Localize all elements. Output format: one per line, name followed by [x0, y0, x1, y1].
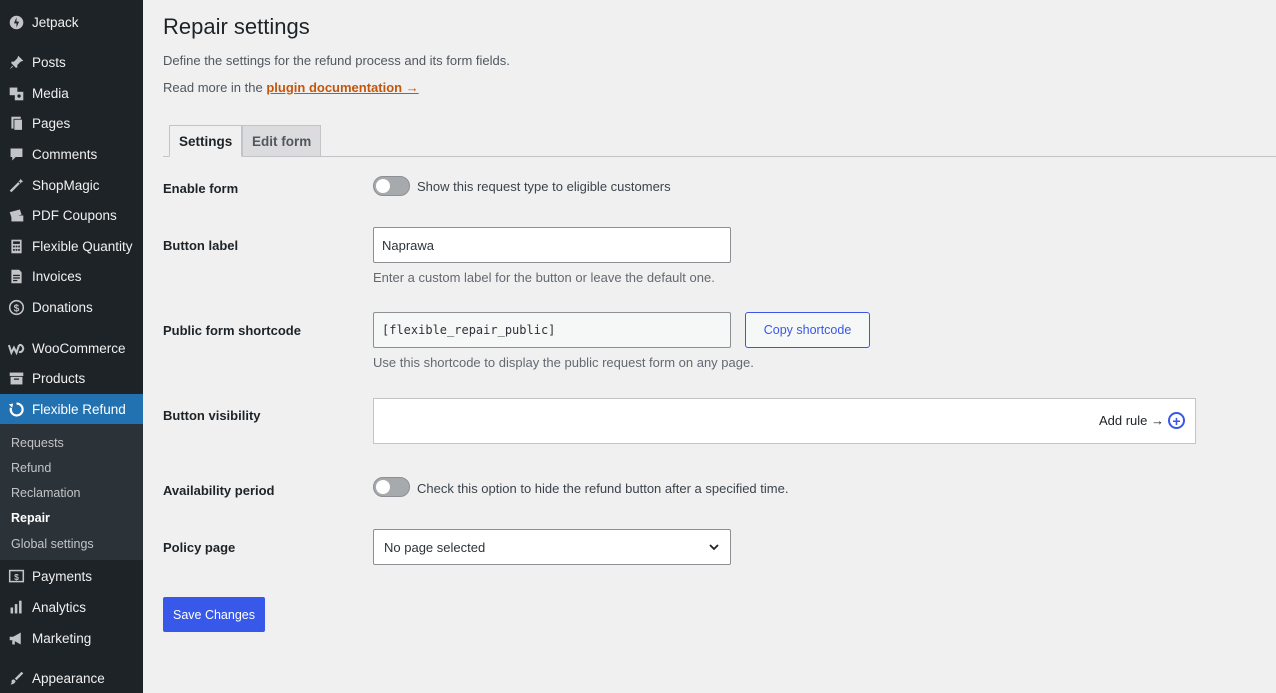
submenu-item-refund[interactable]: Refund: [11, 461, 51, 475]
sidebar-item-analytics[interactable]: Analytics: [0, 592, 143, 622]
submenu-item-repair[interactable]: Repair: [11, 511, 50, 525]
shortcode-help: Use this shortcode to display the public…: [373, 355, 754, 370]
enable-form-label: Enable form: [163, 181, 239, 196]
sidebar-item-woocommerce[interactable]: WooCommerce: [0, 333, 143, 363]
page-description: Define the settings for the refund proce…: [163, 53, 510, 68]
sidebar-item-label: Products: [32, 370, 86, 386]
sidebar-item-appearance[interactable]: Appearance: [0, 663, 143, 693]
flexible-refund-submenu: Requests Refund Reclamation Repair Globa…: [0, 424, 143, 560]
button-label-input[interactable]: Naprawa: [373, 227, 731, 263]
sidebar-item-label: Comments: [32, 146, 98, 162]
sidebar-item-label: PDF Coupons: [32, 207, 117, 223]
toggle-knob: [376, 480, 390, 494]
toggle-knob: [376, 179, 390, 193]
submenu-item-global-settings[interactable]: Global settings: [11, 537, 94, 551]
calculator-icon: [0, 238, 32, 255]
sidebar-item-products[interactable]: Products: [0, 363, 143, 393]
shortcode-field[interactable]: [flexible_repair_public]: [373, 312, 731, 348]
admin-sidebar: Jetpack Posts Media Pages Comments ShopM…: [0, 0, 143, 693]
sidebar-item-label: Appearance: [32, 670, 105, 686]
submenu-item-reclamation[interactable]: Reclamation: [11, 486, 80, 500]
svg-text:$: $: [14, 571, 19, 581]
sidebar-item-label: Invoices: [32, 268, 82, 284]
refund-icon: [0, 401, 32, 418]
dollar-icon: $: [0, 299, 32, 316]
media-icon: [0, 85, 32, 102]
availability-period-toggle-text: Check this option to hide the refund but…: [417, 481, 789, 496]
sidebar-item-invoices[interactable]: Invoices: [0, 261, 143, 291]
page-title: Repair settings: [163, 14, 310, 39]
sidebar-item-label: Jetpack: [32, 14, 79, 30]
megaphone-icon: [0, 630, 32, 647]
availability-period-toggle[interactable]: [373, 477, 410, 497]
sidebar-item-label: Payments: [32, 568, 93, 584]
sidebar-item-label: WooCommerce: [32, 340, 126, 356]
sidebar-item-label: ShopMagic: [32, 177, 100, 193]
magic-wand-icon: [0, 177, 32, 194]
button-visibility-label: Button visibility: [163, 408, 261, 423]
enable-form-toggle-text: Show this request type to eligible custo…: [417, 179, 671, 194]
add-rule-button[interactable]: Add rule → +: [1099, 412, 1185, 429]
invoice-icon: [0, 268, 32, 285]
visibility-rules-box: Add rule → +: [373, 398, 1196, 444]
tab-settings[interactable]: Settings: [169, 125, 243, 157]
sidebar-item-shopmagic[interactable]: ShopMagic: [0, 170, 143, 200]
save-changes-button[interactable]: Save Changes: [163, 597, 265, 632]
sidebar-item-label: Pages: [32, 115, 71, 131]
sidebar-item-label: Flexible Refund: [32, 401, 126, 417]
sidebar-item-flexible-quantity[interactable]: Flexible Quantity: [0, 231, 143, 261]
sidebar-item-marketing[interactable]: Marketing: [0, 623, 143, 653]
archive-icon: [0, 370, 32, 387]
button-label-label: Button label: [163, 238, 239, 253]
button-label-help: Enter a custom label for the button or l…: [373, 270, 715, 285]
availability-period-label: Availability period: [163, 483, 275, 498]
policy-page-label: Policy page: [163, 540, 236, 555]
sidebar-item-posts[interactable]: Posts: [0, 47, 143, 77]
tabs-divider: [163, 156, 1276, 157]
sidebar-item-label: Media: [32, 85, 69, 101]
copy-shortcode-button[interactable]: Copy shortcode: [745, 312, 870, 348]
main-content: Repair settings Define the settings for …: [143, 0, 1276, 693]
shortcode-label: Public form shortcode: [163, 323, 301, 338]
enable-form-toggle[interactable]: [373, 176, 410, 196]
jetpack-icon: [0, 14, 32, 31]
submenu-item-requests[interactable]: Requests: [11, 436, 64, 450]
sidebar-item-payments[interactable]: $ Payments: [0, 561, 143, 591]
coupons-icon: [0, 207, 32, 224]
pages-icon: [0, 115, 32, 132]
plugin-documentation-link[interactable]: plugin documentation →: [266, 80, 418, 95]
tab-edit-form[interactable]: Edit form: [242, 125, 322, 157]
sidebar-item-label: Flexible Quantity: [32, 238, 133, 254]
woocommerce-icon: [0, 340, 32, 357]
plus-circle-icon: +: [1168, 412, 1185, 429]
comments-icon: [0, 146, 32, 163]
sidebar-item-donations[interactable]: $ Donations: [0, 292, 143, 322]
sidebar-item-jetpack[interactable]: Jetpack: [0, 7, 143, 37]
svg-text:$: $: [13, 303, 19, 314]
sidebar-item-pages[interactable]: Pages: [0, 108, 143, 138]
sidebar-item-pdf-coupons[interactable]: PDF Coupons: [0, 200, 143, 230]
paintbrush-icon: [0, 670, 32, 687]
sidebar-item-label: Donations: [32, 299, 93, 315]
sidebar-item-media[interactable]: Media: [0, 78, 143, 108]
sidebar-item-label: Analytics: [32, 599, 87, 615]
policy-page-select[interactable]: No page selected: [373, 529, 731, 565]
sidebar-item-comments[interactable]: Comments: [0, 139, 143, 169]
read-more-prefix: Read more in the: [163, 80, 267, 95]
add-rule-label: Add rule →: [1098, 413, 1164, 428]
pin-icon: [0, 54, 32, 71]
chevron-down-icon: [709, 544, 719, 551]
bar-chart-icon: [0, 599, 32, 616]
sidebar-item-label: Posts: [32, 54, 66, 70]
sidebar-item-flexible-refund[interactable]: Flexible Refund: [0, 394, 143, 424]
payments-icon: $: [0, 568, 32, 585]
read-more-text: Read more in the plugin documentation →: [163, 80, 419, 95]
sidebar-item-label: Marketing: [32, 630, 92, 646]
policy-page-selected: No page selected: [384, 539, 486, 555]
